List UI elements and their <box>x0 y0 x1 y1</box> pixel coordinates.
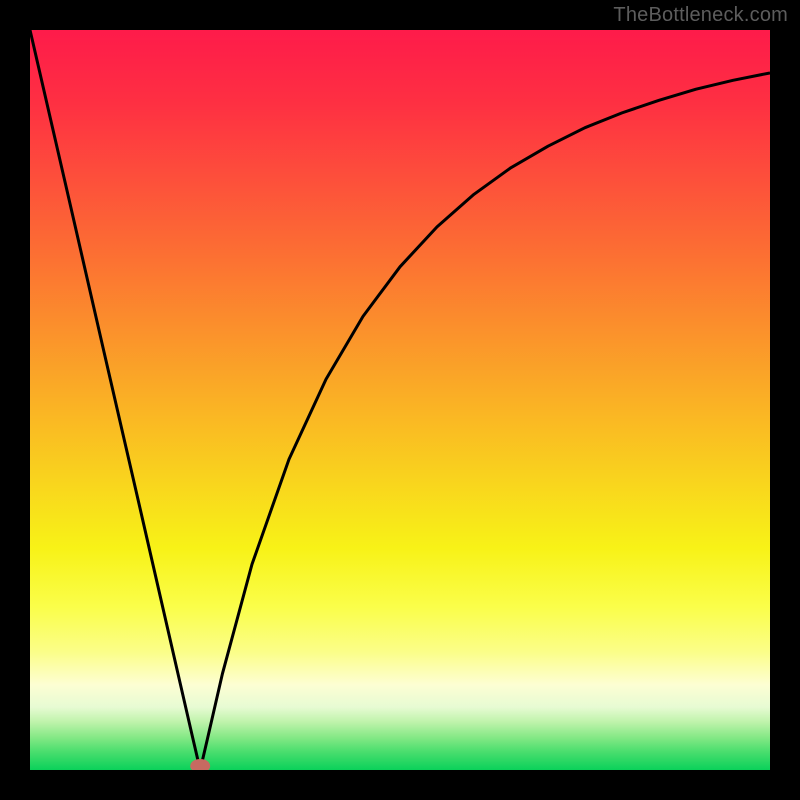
gradient-background <box>30 30 770 770</box>
watermark-text: TheBottleneck.com <box>613 4 788 27</box>
plot-area <box>30 30 770 770</box>
chart-frame: TheBottleneck.com <box>0 0 800 800</box>
chart-svg <box>30 30 770 770</box>
